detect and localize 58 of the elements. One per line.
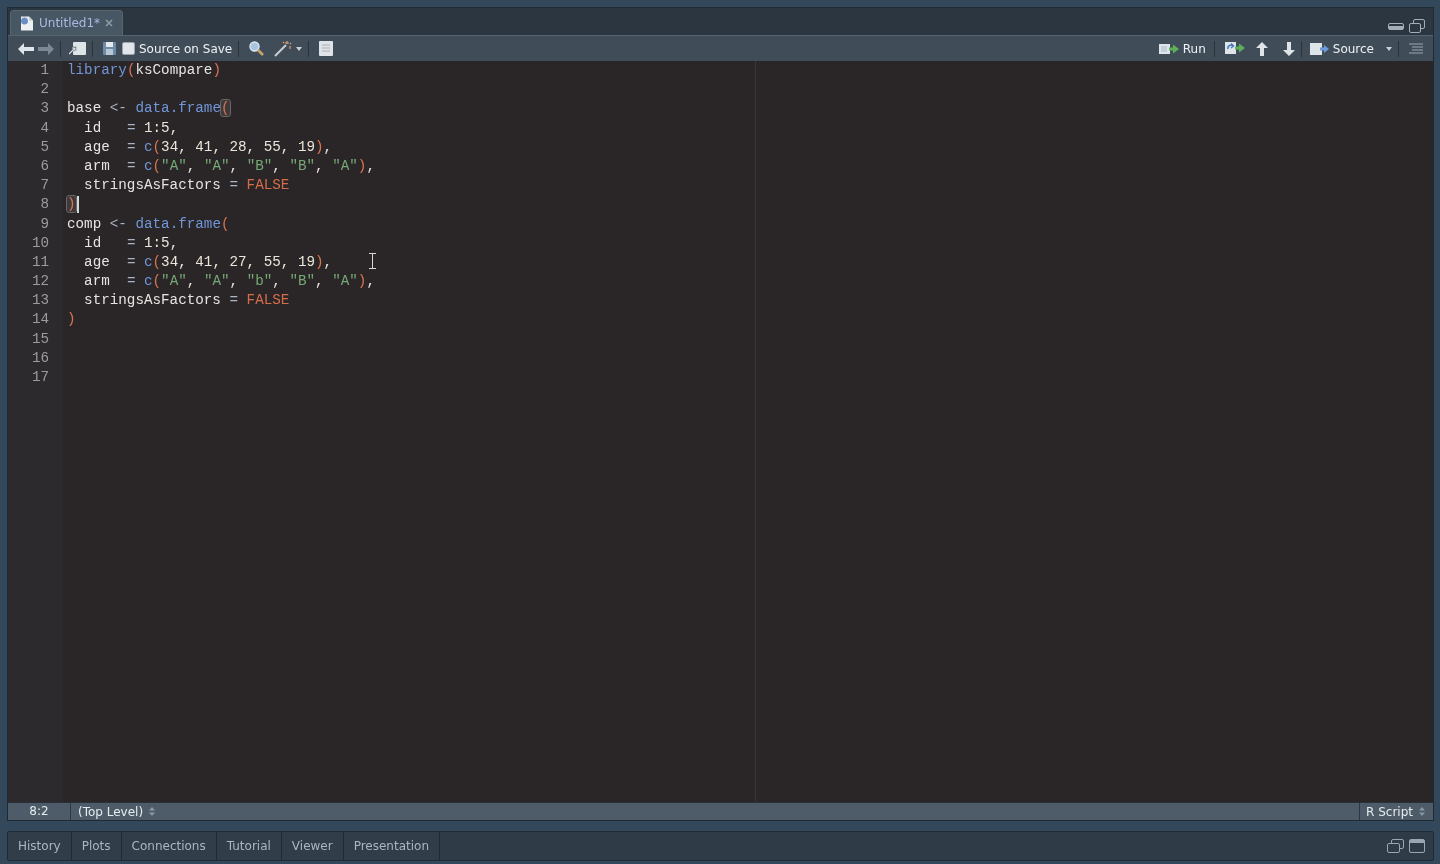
line-number: 9 (40, 214, 49, 234)
line-number: 16 (31, 348, 49, 368)
line-number: 1 (40, 61, 49, 80)
rerun-icon[interactable] (1224, 42, 1246, 55)
source-on-save-checkbox[interactable] (122, 42, 135, 55)
r-file-icon (20, 15, 34, 31)
restore-window-icon[interactable] (1387, 839, 1404, 853)
save-icon[interactable] (103, 42, 116, 55)
popout-window-icon[interactable] (69, 42, 86, 55)
code-line: age = c(34, 41, 27, 55, 19), (83, 252, 333, 272)
source-button[interactable]: Source (1307, 39, 1376, 58)
close-icon[interactable] (105, 19, 114, 27)
line-number: 2 (40, 80, 49, 100)
line-number: 6 (40, 156, 49, 176)
code-line: stringsAsFactors = FALSE (83, 291, 290, 311)
code-line: id = 1:5, (83, 118, 179, 138)
line-number: 5 (40, 137, 49, 157)
line-number: 12 (31, 272, 49, 292)
line-number: 3 (40, 99, 49, 119)
minimize-window-icon[interactable] (1388, 22, 1404, 30)
run-button[interactable]: Run (1156, 39, 1208, 58)
restore-window-icon[interactable] (1409, 19, 1425, 33)
line-number: 10 (31, 233, 49, 253)
code-line: base <- data.frame( (67, 99, 230, 119)
cursor-position: 8:2 (8, 803, 71, 820)
scope-selector[interactable]: (Top Level) (78, 802, 144, 821)
magic-wand-icon[interactable] (274, 40, 293, 57)
code-line: ) (67, 310, 76, 330)
code-line: id = 1:5, (83, 233, 179, 253)
run-lines-icon (1158, 42, 1180, 55)
code-line: arm = c("A", "A", "B", "B", "A"), (83, 156, 375, 176)
line-number: 8 (40, 195, 49, 215)
up-arrow-icon[interactable] (1255, 41, 1268, 56)
caret-down-icon[interactable] (296, 46, 303, 51)
line-number: 7 (40, 176, 49, 196)
line-number: 11 (31, 252, 49, 272)
code-line: stringsAsFactors = FALSE (83, 176, 290, 196)
code-line: comp <- data.frame( (67, 214, 230, 234)
search-icon[interactable] (249, 41, 265, 56)
pane-tab[interactable]: History (8, 832, 72, 860)
code-line: age = c(34, 41, 28, 55, 19), (83, 137, 333, 157)
back-arrow-icon[interactable] (18, 42, 34, 55)
i-beam-cursor-icon (369, 253, 376, 269)
code-line: library(ksCompare) (67, 61, 221, 80)
maximize-window-icon[interactable] (1409, 839, 1425, 853)
code-line: arm = c("A", "A", "b", "B", "A"), (83, 272, 375, 292)
line-number: 13 (31, 291, 49, 311)
caret-down-icon[interactable] (1386, 46, 1392, 51)
source-on-save-label: Source on Save (139, 40, 233, 58)
line-number: 4 (40, 118, 49, 138)
line-number: 17 (31, 368, 49, 387)
down-arrow-icon[interactable] (1282, 41, 1295, 56)
line-number: 15 (31, 329, 49, 349)
notebook-icon[interactable] (319, 41, 334, 56)
editor-tab[interactable]: Untitled1* (10, 10, 124, 35)
line-number: 14 (31, 310, 49, 330)
file-type-selector[interactable]: R Script (1366, 802, 1413, 821)
source-file-icon (1309, 42, 1330, 55)
